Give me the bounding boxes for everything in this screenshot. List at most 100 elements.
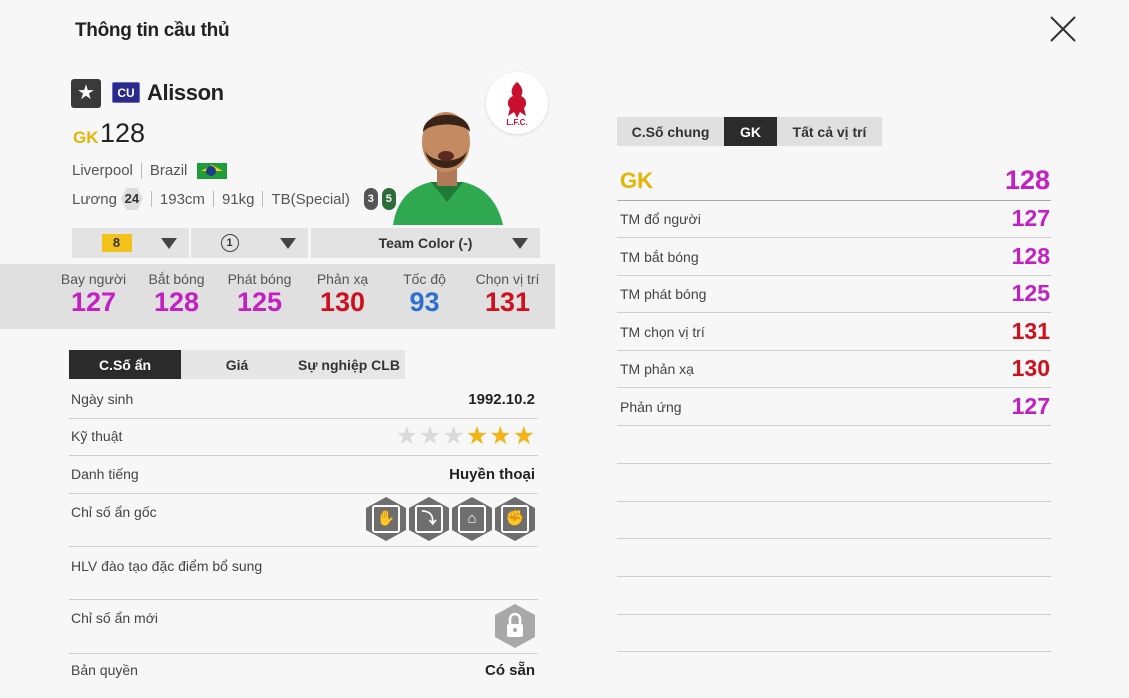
lock-icon-shape <box>507 612 523 637</box>
row-label: Chỉ số ẩn gốc <box>71 504 157 520</box>
row-label: Danh tiếng <box>71 466 139 482</box>
row-label: Ngày sinh <box>71 391 134 407</box>
tab-all-positions[interactable]: Tất cả vị trí <box>777 117 882 146</box>
level-badge: 8 <box>101 234 132 252</box>
season-badge: CU <box>112 82 140 103</box>
right-stat-label: TM đổ người <box>620 211 701 227</box>
close-button[interactable] <box>1048 14 1078 44</box>
nation-name: Brazil <box>149 162 188 179</box>
divider <box>150 191 152 207</box>
row-label: HLV đào tạo đặc điểm bổ sung <box>71 558 263 574</box>
lock-icon[interactable] <box>495 604 535 648</box>
stat-label: Bắt bóng <box>148 271 205 287</box>
right-stat-label: TM phản xạ <box>620 361 694 377</box>
divider <box>140 162 142 179</box>
row-label: Bản quyền <box>71 662 138 678</box>
row-skill: Kỹ thuật ★★★★★★ <box>69 418 538 456</box>
player-name: Alisson <box>147 80 224 105</box>
player-portrait <box>383 98 508 225</box>
stat-label: Phát bóng <box>227 271 292 287</box>
trait-icons: ✋ ⤵ ⌂ ✊ <box>363 497 535 545</box>
row-label: Kỹ thuật <box>71 428 123 444</box>
star-empty-icon: ★ <box>442 422 465 450</box>
tab-gk[interactable]: GK <box>724 117 777 146</box>
stat-value: 125 <box>236 287 283 317</box>
skill-stars: ★★★★★★ <box>394 424 535 449</box>
row-license: Bản quyền Có sẵn <box>69 653 538 690</box>
weight: 91kg <box>221 190 255 208</box>
close-icon[interactable] <box>1048 14 1078 44</box>
row-coach-traits: HLV đào tạo đặc điểm bổ sung <box>69 546 538 600</box>
main-stats-band: Bay người 127 Bắt bóng 128 Phát bóng 125… <box>0 264 555 329</box>
right-stat-head: GK 128 <box>617 163 1051 201</box>
row-label: Chỉ số ẩn mới <box>71 610 158 626</box>
right-stat-row: Phản ứng 127 <box>617 388 1051 426</box>
physical-info: Lương 24 193cm 91kg TB(Special) 3 5 <box>72 188 396 210</box>
team-color-select[interactable]: Team Color (-) <box>311 228 540 258</box>
tab-club-career[interactable]: Sự nghiệp CLB <box>293 350 405 379</box>
salary-badge: 24 <box>120 188 143 210</box>
star-filled-icon: ★ <box>465 422 489 450</box>
punch-icon[interactable]: ✊ <box>495 497 535 541</box>
tab-general-stats[interactable]: C.Số chung <box>617 117 724 146</box>
right-stat-value: 128 <box>1011 243 1050 269</box>
stat-value: 93 <box>409 287 440 317</box>
stat-diving: Bay người 127 <box>51 271 136 317</box>
right-stat-empty-row <box>617 539 1051 577</box>
row-value: Có sẵn <box>484 662 535 679</box>
locked-trait[interactable] <box>495 604 535 652</box>
row-value: Huyền thoại <box>449 466 535 483</box>
row-new-traits: Chỉ số ẩn mới <box>69 599 538 654</box>
club-nation-info: Liverpool Brazil <box>72 162 228 179</box>
player-position: GK <box>73 128 99 147</box>
divider <box>262 191 264 207</box>
stat-speed: Tốc độ 93 <box>382 271 467 317</box>
right-stat-value: 131 <box>1011 318 1050 344</box>
right-stat-empty-row <box>617 464 1051 502</box>
row-value: 1992.10.2 <box>468 391 535 408</box>
goal-icon[interactable]: ⌂ <box>452 497 492 541</box>
favorite-star-icon[interactable]: ★ <box>71 79 101 108</box>
star-empty-icon: ★ <box>418 422 442 450</box>
right-stat-row: TM đổ người 127 <box>617 200 1051 238</box>
weak-foot-left: 3 <box>363 188 378 210</box>
stat-value: 127 <box>70 287 117 317</box>
right-stat-row: TM chọn vị trí 131 <box>617 313 1051 351</box>
level-select[interactable]: 8 <box>72 228 189 258</box>
stat-label: Bay người <box>60 271 127 287</box>
star-filled-icon: ★ <box>512 422 535 450</box>
diving-keeper-icon[interactable]: ⤵ <box>409 497 449 541</box>
rank-select[interactable]: 1 <box>191 228 308 258</box>
tab-hidden-stats[interactable]: C.Số ẩn <box>69 350 181 379</box>
star-empty-icon: ★ <box>395 422 418 450</box>
rank-badge: 1 <box>220 234 239 252</box>
player-portrait-image <box>393 112 503 225</box>
stat-value: 131 <box>484 287 531 317</box>
row-original-traits: Chỉ số ẩn gốc ✋ ⤵ ⌂ ✊ <box>69 493 538 547</box>
glove-icon[interactable]: ✋ <box>366 497 406 541</box>
stat-reflexes: Phản xạ 130 <box>300 271 385 317</box>
club-logo-text: L.F.C. <box>506 118 527 127</box>
right-stat-value: 127 <box>1011 205 1050 231</box>
star-filled-icon: ★ <box>489 422 512 450</box>
stat-value: 130 <box>319 287 366 317</box>
right-stat-empty-row <box>617 614 1051 652</box>
right-stat-value: 125 <box>1011 280 1050 306</box>
stat-label: Chọn vị trí <box>475 271 540 287</box>
row-birthday: Ngày sinh 1992.10.2 <box>69 381 538 419</box>
stat-value: 128 <box>153 287 200 317</box>
tab-price[interactable]: Giá <box>181 350 293 379</box>
brazil-flag-icon <box>197 162 228 179</box>
right-stat-row: TM phát bóng 125 <box>617 275 1051 313</box>
right-stat-label: TM bắt bóng <box>620 249 699 265</box>
right-stat-row: TM bắt bóng 128 <box>617 238 1051 276</box>
right-stat-value: 130 <box>1011 355 1050 381</box>
right-stat-empty-row <box>617 426 1051 464</box>
stat-handling: Bắt bóng 128 <box>134 271 219 317</box>
chevron-down-icon <box>512 238 528 249</box>
height: 193cm <box>159 190 205 208</box>
right-stat-label: TM chọn vị trí <box>620 324 705 340</box>
right-stat-empty-row <box>617 501 1051 539</box>
stat-label: Phản xạ <box>316 271 369 287</box>
team-color-label: Team Color (-) <box>378 235 473 251</box>
